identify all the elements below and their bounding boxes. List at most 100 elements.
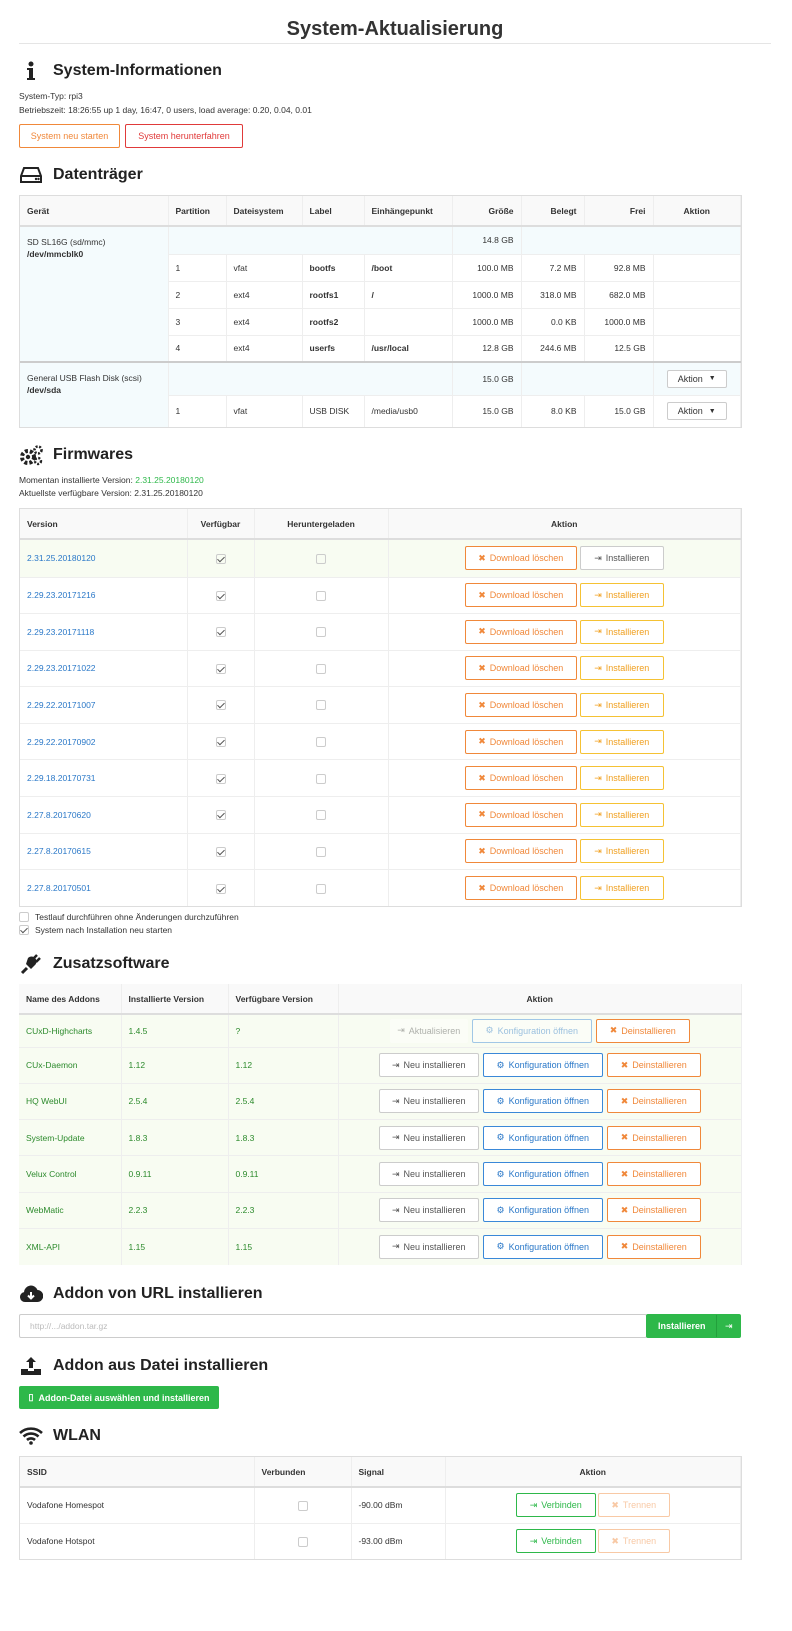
delete-download-button[interactable]: ✖ Download löschen bbox=[464, 693, 577, 718]
file-install-button[interactable]: ▯ Addon-Datei auswählen und installieren bbox=[19, 1386, 219, 1409]
delete-label: Download löschen bbox=[489, 736, 564, 747]
table-row: Vodafone Homespot -90.00 dBm ⇥ Verbinden ✖ Tr… bbox=[20, 1486, 741, 1523]
uninstall-label: Deinstallieren bbox=[632, 1241, 687, 1252]
delete-download-button[interactable]: ✖ Download löschen bbox=[464, 839, 577, 864]
disconnect-label: Trennen bbox=[622, 1500, 657, 1511]
install-firmware-button[interactable]: ⇥ Installieren bbox=[579, 583, 664, 608]
dropdown-label: Aktion bbox=[677, 373, 703, 384]
cell: 244.6 MB bbox=[521, 334, 585, 362]
install-firmware-button[interactable]: ⇥ Installieren bbox=[579, 693, 664, 718]
reinstall-addon-button[interactable]: ⇥ Neu installieren bbox=[378, 1053, 479, 1078]
open-config-button[interactable]: ⚙ Konfiguration öffnen bbox=[482, 1125, 603, 1150]
uninstall-addon-button[interactable]: ✖ Deinstallieren bbox=[595, 1018, 690, 1043]
install-label: Installieren bbox=[605, 626, 650, 637]
disks-title: Datenträger bbox=[53, 166, 143, 183]
uninstall-label: Deinstallieren bbox=[632, 1169, 687, 1180]
addon-url-input[interactable]: http://.../addon.tar.gz bbox=[19, 1314, 647, 1338]
install-firmware-button[interactable]: ⇥ Installieren bbox=[579, 546, 664, 571]
restart-button[interactable]: System neu starten bbox=[19, 124, 120, 148]
install-firmware-button[interactable]: ⇥ Installieren bbox=[579, 839, 664, 864]
disk-action-dropdown[interactable]: Aktion ▼ bbox=[666, 369, 727, 388]
addon-name: CUx-Daemon bbox=[19, 1046, 122, 1084]
open-config-button[interactable]: ⚙ Konfiguration öffnen bbox=[471, 1018, 592, 1043]
sign-in-icon: ⇥ bbox=[391, 1059, 400, 1070]
uninstall-addon-button[interactable]: ✖ Deinstallieren bbox=[606, 1053, 701, 1078]
open-config-button[interactable]: ⚙ Konfiguration öffnen bbox=[482, 1089, 603, 1114]
addons-table: Name des Addons Installierte Version Ver… bbox=[19, 984, 742, 1265]
uninstall-addon-button[interactable]: ✖ Deinstallieren bbox=[606, 1089, 701, 1114]
device-size: 15.0 GB bbox=[452, 361, 522, 395]
reinstall-addon-button[interactable]: ⇥ Neu installieren bbox=[378, 1089, 479, 1114]
url-install-title: Addon von URL installieren bbox=[53, 1285, 263, 1302]
shutdown-button[interactable]: System herunterfahren bbox=[125, 124, 243, 148]
dryrun-option[interactable]: Testlauf durchführen ohne Änderungen dur… bbox=[19, 910, 239, 923]
install-firmware-button[interactable]: ⇥ Installieren bbox=[579, 766, 664, 791]
uninstall-addon-button[interactable]: ✖ Deinstallieren bbox=[606, 1162, 701, 1187]
reboot-checkbox[interactable] bbox=[19, 924, 29, 935]
times-icon: ✖ bbox=[611, 1499, 619, 1510]
firmware-version-link[interactable]: 2.29.23.20171118 bbox=[27, 627, 94, 637]
addon-name: XML-API bbox=[19, 1227, 122, 1265]
reinstall-addon-button[interactable]: ⇥ Neu installieren bbox=[378, 1234, 479, 1259]
table-row: 2.27.8.20170615 ✖ Download löschen ⇥ Install… bbox=[20, 832, 741, 870]
times-icon: ✖ bbox=[478, 699, 486, 710]
delete-download-button[interactable]: ✖ Download löschen bbox=[464, 619, 577, 644]
uninstall-addon-button[interactable]: ✖ Deinstallieren bbox=[606, 1234, 701, 1259]
available-checkbox bbox=[215, 773, 226, 784]
col-used: Belegt bbox=[521, 196, 585, 227]
firmware-version-link[interactable]: 2.29.22.20170902 bbox=[27, 737, 96, 747]
firmware-version-link[interactable]: 2.29.23.20171022 bbox=[27, 663, 96, 673]
delete-download-button[interactable]: ✖ Download löschen bbox=[464, 583, 577, 608]
cell: ext4 bbox=[226, 307, 303, 335]
install-firmware-button[interactable]: ⇥ Installieren bbox=[579, 876, 664, 901]
reinstall-label: Neu installieren bbox=[403, 1241, 466, 1252]
uninstall-label: Deinstallieren bbox=[621, 1025, 676, 1036]
times-icon: ✖ bbox=[611, 1535, 619, 1546]
caret-down-icon: ▼ bbox=[708, 407, 716, 415]
firmware-version-link[interactable]: 2.27.8.20170615 bbox=[27, 846, 91, 856]
col-version: Version bbox=[20, 509, 188, 540]
installed-version: Momentan installierte Version: 2.31.25.2… bbox=[19, 474, 204, 487]
uninstall-addon-button[interactable]: ✖ Deinstallieren bbox=[606, 1198, 701, 1223]
open-config-button[interactable]: ⚙ Konfiguration öffnen bbox=[482, 1198, 603, 1223]
firmware-version-link[interactable]: 2.27.8.20170501 bbox=[27, 883, 91, 893]
config-label: Konfiguration öffnen bbox=[508, 1241, 589, 1252]
uninstall-label: Deinstallieren bbox=[632, 1132, 687, 1143]
install-firmware-button[interactable]: ⇥ Installieren bbox=[579, 619, 664, 644]
disconnect-button[interactable]: ✖ Trennen bbox=[597, 1493, 670, 1518]
delete-download-button[interactable]: ✖ Download löschen bbox=[464, 656, 577, 681]
delete-download-button[interactable]: ✖ Download löschen bbox=[464, 802, 577, 827]
install-firmware-button[interactable]: ⇥ Installieren bbox=[579, 656, 664, 681]
reboot-option[interactable]: System nach Installation neu starten bbox=[19, 923, 239, 936]
uninstall-addon-button[interactable]: ✖ Deinstallieren bbox=[606, 1125, 701, 1150]
wlan-ssid: Vodafone Hotspot bbox=[20, 1522, 255, 1559]
delete-download-button[interactable]: ✖ Download löschen bbox=[464, 729, 577, 754]
disconnect-button[interactable]: ✖ Trennen bbox=[597, 1529, 670, 1554]
partition-action-dropdown[interactable]: Aktion ▼ bbox=[666, 402, 727, 421]
cell: ext4 bbox=[226, 280, 303, 308]
delete-download-button[interactable]: ✖ Download löschen bbox=[464, 766, 577, 791]
reinstall-label: Neu installieren bbox=[403, 1205, 466, 1216]
open-config-button[interactable]: ⚙ Konfiguration öffnen bbox=[482, 1053, 603, 1078]
delete-download-button[interactable]: ✖ Download löschen bbox=[464, 546, 577, 571]
install-firmware-button[interactable]: ⇥ Installieren bbox=[579, 802, 664, 827]
open-config-button[interactable]: ⚙ Konfiguration öffnen bbox=[482, 1234, 603, 1259]
reinstall-addon-button[interactable]: ⇥ Neu installieren bbox=[378, 1162, 479, 1187]
url-install-button[interactable]: Installieren ⇥ bbox=[646, 1314, 741, 1338]
reinstall-addon-button[interactable]: ⇥ Neu installieren bbox=[378, 1125, 479, 1150]
reinstall-addon-button[interactable]: ⇥ Neu installieren bbox=[378, 1198, 479, 1223]
dryrun-checkbox[interactable] bbox=[19, 911, 29, 922]
firmware-version-link[interactable]: 2.29.18.20170731 bbox=[27, 773, 96, 783]
open-config-button[interactable]: ⚙ Konfiguration öffnen bbox=[482, 1162, 603, 1187]
delete-download-button[interactable]: ✖ Download löschen bbox=[464, 876, 577, 901]
firmware-version-link[interactable]: 2.27.8.20170620 bbox=[27, 810, 91, 820]
firmware-version-link[interactable]: 2.29.23.20171216 bbox=[27, 590, 96, 600]
sign-in-icon: ⇥ bbox=[594, 552, 602, 563]
update-addon-button[interactable]: ⇥ Aktualisieren bbox=[389, 1018, 468, 1043]
install-firmware-button[interactable]: ⇥ Installieren bbox=[579, 729, 664, 754]
connect-button[interactable]: ⇥ Verbinden bbox=[515, 1493, 596, 1518]
connect-button[interactable]: ⇥ Verbinden bbox=[515, 1529, 596, 1554]
firmware-version-link[interactable]: 2.31.25.20180120 bbox=[27, 553, 96, 563]
firmware-version-link[interactable]: 2.29.22.20171007 bbox=[27, 700, 96, 710]
col-mountpoint: Einhängepunkt bbox=[364, 196, 453, 227]
